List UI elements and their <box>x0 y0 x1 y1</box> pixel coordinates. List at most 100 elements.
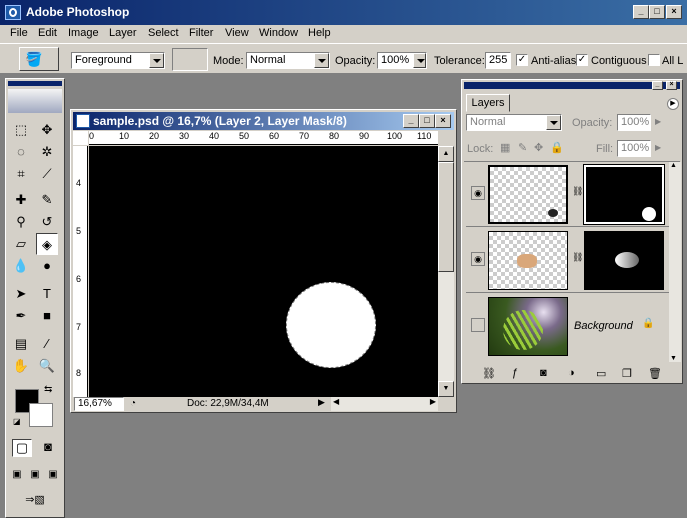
layers-scroll-down-button[interactable]: ▼ <box>670 355 677 362</box>
menu-view[interactable]: View <box>225 27 249 39</box>
type-tool-icon[interactable]: T <box>36 283 58 305</box>
eraser-tool-icon[interactable]: ▱ <box>10 233 32 255</box>
move-tool-icon[interactable]: ✥ <box>36 119 58 141</box>
menu-window[interactable]: Window <box>259 27 298 39</box>
palette-grip[interactable] <box>464 82 680 89</box>
layer-opacity-input[interactable]: 100% <box>617 114 651 131</box>
new-layer-icon[interactable]: ❐ <box>622 367 632 380</box>
magic-wand-tool-icon[interactable]: ✲ <box>36 141 58 163</box>
brush-tool-icon[interactable]: ✎ <box>36 189 58 211</box>
jump-to-imageready-icon[interactable]: ⇒▧ <box>10 491 60 511</box>
tolerance-input[interactable]: 255 <box>485 52 511 69</box>
background-thumbnail[interactable] <box>488 297 568 356</box>
mask-link-icon[interactable]: ⛓ <box>572 252 583 263</box>
zoom-input[interactable]: 16,67% <box>74 397 124 411</box>
lock-position-icon[interactable]: ✥ <box>534 141 543 154</box>
blur-tool-icon[interactable]: 💧 <box>10 255 32 277</box>
clone-stamp-tool-icon[interactable]: ⚲ <box>10 211 32 233</box>
add-mask-icon[interactable]: ◙ <box>540 367 547 379</box>
menu-layer[interactable]: Layer <box>109 27 137 39</box>
ruler-origin[interactable] <box>73 131 88 145</box>
path-selection-tool-icon[interactable]: ➤ <box>10 283 32 305</box>
menu-image[interactable]: Image <box>68 27 99 39</box>
adjustment-layer-icon[interactable]: ◑ <box>568 367 575 379</box>
opacity-input[interactable]: 100% <box>377 52 427 69</box>
doc-maximize-button[interactable]: □ <box>419 114 435 128</box>
layer-row-background[interactable]: Background 🔒 <box>466 294 670 359</box>
slice-tool-icon[interactable]: ⟋ <box>36 163 58 185</box>
standard-screen-icon[interactable]: ▣ <box>8 467 26 485</box>
new-group-icon[interactable]: ▭ <box>596 367 606 380</box>
notes-tool-icon[interactable]: ▤ <box>10 333 32 355</box>
standard-mode-icon[interactable]: ▢ <box>12 439 32 457</box>
history-brush-tool-icon[interactable]: ↺ <box>36 211 58 233</box>
marquee-tool-icon[interactable]: ⬚ <box>10 119 32 141</box>
mask-link-icon[interactable]: ⛓ <box>572 186 583 197</box>
palette-close-button[interactable]: × <box>666 81 677 90</box>
layer-row-layer2[interactable]: ◉ ⛓ <box>466 162 670 227</box>
lock-transparency-icon[interactable]: ▦ <box>500 141 510 154</box>
default-colors-icon[interactable]: ◪ <box>13 417 21 426</box>
minimize-button[interactable]: _ <box>633 5 649 19</box>
slider-arrow-icon[interactable] <box>413 53 426 68</box>
layer-opacity-arrow-icon[interactable]: ▶ <box>655 117 661 126</box>
menu-filter[interactable]: Filter <box>189 27 213 39</box>
lock-image-icon[interactable]: ✎ <box>518 141 527 154</box>
horizontal-scrollbar[interactable]: ◀ ▶ <box>331 397 438 411</box>
tab-layers[interactable]: Layers <box>466 94 510 112</box>
background-color-swatch[interactable] <box>29 403 53 427</box>
menu-file[interactable]: File <box>10 27 28 39</box>
layer-thumbnail[interactable] <box>488 165 568 224</box>
image-canvas[interactable] <box>89 146 438 397</box>
visibility-eye-icon[interactable]: ◉ <box>471 252 485 266</box>
antialias-checkbox[interactable]: ✓ <box>516 54 528 66</box>
zoom-tool-icon[interactable]: 🔍 <box>36 355 58 377</box>
blend-mode-select[interactable]: Normal <box>466 114 562 131</box>
layer-thumbnail[interactable] <box>488 231 568 290</box>
document-titlebar[interactable]: sample.psd @ 16,7% (Layer 2, Layer Mask/… <box>73 112 454 130</box>
lasso-tool-icon[interactable]: ◌ <box>10 141 32 163</box>
layer-row-layer1[interactable]: ◉ ⛓ <box>466 228 670 293</box>
pen-tool-icon[interactable]: ✒ <box>10 305 32 327</box>
palette-menu-icon[interactable]: ▶ <box>667 98 679 110</box>
crop-tool-icon[interactable]: ⌗ <box>10 163 32 185</box>
full-screen-icon[interactable]: ▣ <box>44 467 62 485</box>
layer-style-icon[interactable]: ƒ <box>512 367 518 379</box>
scroll-down-button[interactable]: ▼ <box>438 381 454 397</box>
fill-input[interactable]: 100% <box>617 140 651 157</box>
dodge-tool-icon[interactable]: ● <box>36 255 58 277</box>
pattern-picker[interactable] <box>172 48 208 71</box>
horizontal-ruler[interactable]: 0 10 20 30 40 50 60 70 80 90 100 110 <box>89 131 438 145</box>
delete-layer-icon[interactable]: 🗑 <box>648 367 662 380</box>
link-layers-icon[interactable]: ⛓ <box>482 367 496 380</box>
visibility-eye-icon[interactable] <box>471 318 485 332</box>
contiguous-checkbox[interactable]: ✓ <box>576 54 588 66</box>
lock-all-icon[interactable]: 🔒 <box>550 141 564 154</box>
fill-source-select[interactable]: Foreground <box>71 52 165 69</box>
all-layers-checkbox[interactable] <box>648 54 660 66</box>
swap-colors-icon[interactable]: ⇆ <box>44 384 52 395</box>
palette-minimize-button[interactable]: _ <box>652 81 663 90</box>
layers-scroll-up-button[interactable]: ▲ <box>670 162 677 169</box>
tool-preset-picker[interactable]: 🪣 <box>19 47 59 71</box>
vertical-scrollbar[interactable]: ▲ ▼ <box>438 146 454 397</box>
fill-arrow-icon[interactable]: ▶ <box>655 143 661 152</box>
menu-select[interactable]: Select <box>148 27 179 39</box>
feather-logo-icon[interactable] <box>8 89 62 113</box>
visibility-eye-icon[interactable]: ◉ <box>471 186 485 200</box>
full-screen-menu-icon[interactable]: ▣ <box>26 467 44 485</box>
zoom-preview-icon[interactable]: ◔ <box>130 398 136 409</box>
shape-tool-icon[interactable]: ■ <box>36 305 58 327</box>
layer-mask-thumbnail[interactable] <box>584 231 664 290</box>
mode-select[interactable]: Normal <box>246 52 330 69</box>
doc-close-button[interactable]: × <box>435 114 451 128</box>
scroll-left-button[interactable]: ◀ <box>333 397 339 406</box>
scroll-up-button[interactable]: ▲ <box>438 146 454 162</box>
eyedropper-tool-icon[interactable]: ⁄ <box>36 333 58 355</box>
layers-scrollbar[interactable]: ▲ ▼ <box>669 162 681 362</box>
layer-mask-thumbnail[interactable] <box>583 164 665 225</box>
status-menu-arrow-icon[interactable]: ▶ <box>318 397 325 408</box>
toolbox-grip[interactable] <box>8 81 62 86</box>
menu-edit[interactable]: Edit <box>38 27 57 39</box>
scroll-right-button[interactable]: ▶ <box>430 397 436 406</box>
